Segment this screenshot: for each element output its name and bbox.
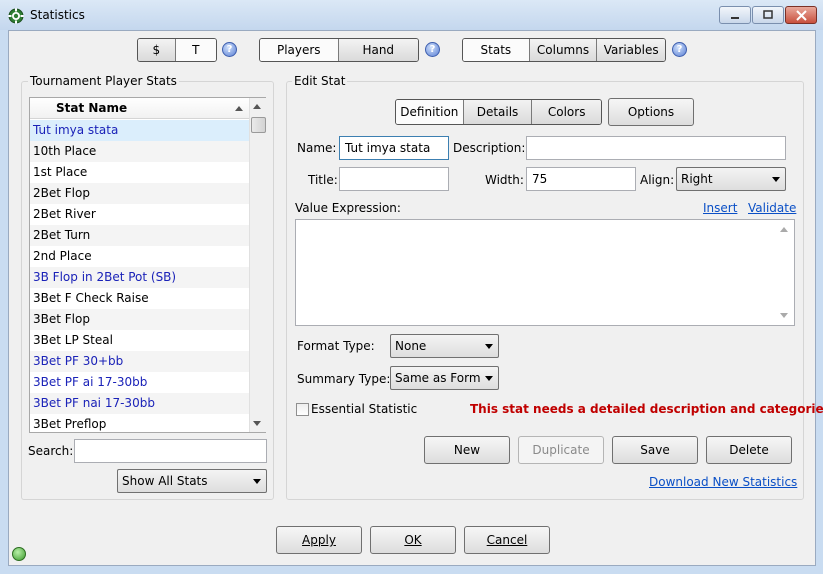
list-item[interactable]: Tut imya stata <box>30 120 249 141</box>
currency-dollar-tab[interactable]: $ <box>138 39 176 61</box>
list-item[interactable]: 3Bet PF ai 17-30bb <box>30 372 249 393</box>
list-item[interactable]: 2Bet River <box>30 204 249 225</box>
help-icon[interactable]: ? <box>672 42 687 57</box>
maximize-button[interactable] <box>752 6 784 24</box>
validate-link[interactable]: Validate <box>748 201 796 215</box>
format-type-value: None <box>395 339 427 353</box>
stat-filter-select[interactable]: Show All Stats <box>117 469 267 493</box>
maximize-icon <box>763 10 773 19</box>
scroll-up-arrow-icon[interactable] <box>780 227 788 232</box>
duplicate-button[interactable]: Duplicate <box>518 436 604 464</box>
essential-statistic-label: Essential Statistic <box>311 402 418 416</box>
name-label: Name: <box>297 141 337 155</box>
close-icon <box>795 9 807 21</box>
download-new-statistics-link[interactable]: Download New Statistics <box>649 475 797 489</box>
expression-scrollbar[interactable] <box>777 220 794 325</box>
options-button[interactable]: Options <box>608 98 694 126</box>
tab-hand[interactable]: Hand <box>338 39 418 61</box>
edit-stat-tabs: Definition Details Colors <box>395 99 602 125</box>
new-button[interactable]: New <box>424 436 510 464</box>
minimize-icon <box>731 17 739 19</box>
scroll-thumb[interactable] <box>251 117 266 133</box>
chevron-down-icon <box>485 344 493 349</box>
scope-toggle: Players Hand <box>259 38 419 62</box>
sort-ascending-icon <box>235 106 243 111</box>
width-input[interactable]: 75 <box>526 167 636 191</box>
list-item[interactable]: 3Bet Preflop <box>30 414 249 432</box>
title-bar[interactable]: Statistics <box>0 0 823 30</box>
align-select[interactable]: Right <box>676 167 786 191</box>
value-expression-textarea[interactable] <box>295 219 795 326</box>
insert-link[interactable]: Insert <box>703 201 737 215</box>
value-expression-label: Value Expression: <box>295 201 401 215</box>
stat-list[interactable]: Stat Name Tut imya stata 10th Place 1st … <box>29 97 266 433</box>
edit-stat-title: Edit Stat <box>292 74 348 88</box>
help-icon[interactable]: ? <box>425 42 440 57</box>
search-label: Search: <box>28 444 74 458</box>
list-item[interactable]: 3Bet F Check Raise <box>30 288 249 309</box>
status-ok-icon <box>12 547 26 561</box>
column-header-label: Stat Name <box>56 101 128 115</box>
list-item[interactable]: 3B Flop in 2Bet Pot (SB) <box>30 267 249 288</box>
save-button[interactable]: Save <box>612 436 698 464</box>
close-button[interactable] <box>785 6 817 24</box>
name-input[interactable]: Tut imya stata <box>339 136 449 160</box>
list-item[interactable]: 2nd Place <box>30 246 249 267</box>
delete-button[interactable]: Delete <box>706 436 792 464</box>
stat-filter-value: Show All Stats <box>122 474 208 488</box>
poker-chip-icon <box>8 8 24 24</box>
cancel-button[interactable]: Cancel <box>464 526 550 554</box>
apply-button[interactable]: Apply <box>276 526 362 554</box>
tab-colors[interactable]: Colors <box>532 100 601 124</box>
minimize-button[interactable] <box>719 6 751 24</box>
format-type-label: Format Type: <box>297 339 375 353</box>
chevron-down-icon <box>253 479 261 484</box>
chevron-down-icon <box>772 177 780 182</box>
list-item[interactable]: 3Bet PF 30+bb <box>30 351 249 372</box>
missing-description-warning: This stat needs a detailed description a… <box>470 402 823 416</box>
list-item[interactable]: 2Bet Flop <box>30 183 249 204</box>
align-value: Right <box>681 172 713 186</box>
currency-t-tab[interactable]: T <box>175 39 216 61</box>
summary-type-label: Summary Type: <box>297 372 391 386</box>
tournament-stats-title: Tournament Player Stats <box>28 74 179 88</box>
tab-details[interactable]: Details <box>463 100 533 124</box>
list-item[interactable]: 10th Place <box>30 141 249 162</box>
window-title: Statistics <box>30 8 85 22</box>
view-toggle: Stats Columns Variables <box>462 38 666 62</box>
summary-type-value: Same as Form <box>395 371 481 385</box>
format-type-select[interactable]: None <box>390 334 499 358</box>
essential-statistic-checkbox[interactable] <box>296 403 309 416</box>
width-label: Width: <box>485 173 524 187</box>
align-label: Align: <box>640 173 675 187</box>
description-input[interactable] <box>526 136 786 160</box>
scroll-up-arrow-icon[interactable] <box>253 104 261 109</box>
stat-list-scrollbar[interactable] <box>249 98 266 432</box>
tab-definition[interactable]: Definition <box>396 100 464 124</box>
search-input[interactable] <box>74 439 267 463</box>
ok-button[interactable]: OK <box>370 526 456 554</box>
tab-players[interactable]: Players <box>260 39 339 61</box>
list-item[interactable]: 3Bet PF nai 17-30bb <box>30 393 249 414</box>
summary-type-select[interactable]: Same as Form <box>390 366 499 390</box>
list-item[interactable]: 3Bet Flop <box>30 309 249 330</box>
stat-name-column-header[interactable]: Stat Name <box>30 98 249 119</box>
list-item[interactable]: 3Bet LP Steal <box>30 330 249 351</box>
help-icon[interactable]: ? <box>222 42 237 57</box>
currency-toggle: $ T <box>137 38 217 62</box>
tab-stats[interactable]: Stats <box>463 39 530 61</box>
tab-columns[interactable]: Columns <box>529 39 598 61</box>
list-item[interactable]: 2Bet Turn <box>30 225 249 246</box>
tab-variables[interactable]: Variables <box>597 39 665 61</box>
title-label: Title: <box>308 173 338 187</box>
scroll-down-arrow-icon[interactable] <box>780 313 788 318</box>
stat-rows: Tut imya stata 10th Place 1st Place 2Bet… <box>30 120 249 432</box>
title-input[interactable] <box>339 167 449 191</box>
chevron-down-icon <box>485 376 493 381</box>
list-item[interactable]: 1st Place <box>30 162 249 183</box>
scroll-down-arrow-icon[interactable] <box>253 421 261 426</box>
description-label: Description: <box>453 141 526 155</box>
